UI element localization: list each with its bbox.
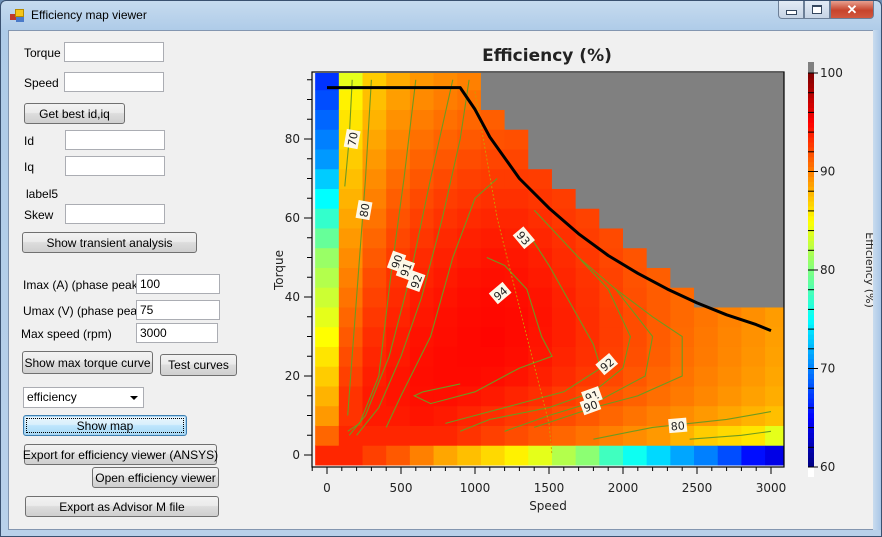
map-type-selected: efficiency	[27, 390, 77, 404]
torque-label: Torque	[24, 46, 61, 60]
close-icon: ✕	[846, 1, 858, 17]
focus-indicator	[26, 418, 184, 433]
open-efficiency-viewer-button[interactable]: Open efficiency viewer	[92, 467, 219, 488]
export-advisor-button[interactable]: Export as Advisor M file	[25, 496, 219, 517]
test-curves-button[interactable]: Test curves	[160, 354, 237, 376]
minimize-icon	[785, 10, 797, 15]
minimize-button[interactable]	[778, 1, 804, 19]
imax-input[interactable]	[136, 274, 220, 294]
id-label: Id	[24, 134, 35, 148]
get-best-id-iq-button[interactable]: Get best id,iq	[24, 103, 125, 124]
umax-label: Umax (V) (phase peak)	[23, 304, 148, 318]
label5: label5	[26, 187, 59, 201]
chevron-down-icon	[130, 396, 138, 400]
skew-input[interactable]	[65, 204, 165, 224]
maximize-button[interactable]	[804, 1, 830, 19]
window-title: Efficiency map viewer	[31, 8, 147, 22]
export-ansys-button[interactable]: Export for efficiency viewer (ANSYS)	[23, 444, 218, 465]
show-transient-analysis-button[interactable]: Show transient analysis	[22, 232, 197, 253]
title-bar[interactable]: Efficiency map viewer ✕	[1, 1, 881, 31]
skew-label: Skew	[24, 208, 54, 222]
iq-input[interactable]	[65, 156, 165, 176]
iq-label: Iq	[24, 160, 35, 174]
torque-input[interactable]	[64, 42, 164, 62]
show-max-torque-curve-button[interactable]: Show max torque curve	[22, 351, 153, 374]
id-input[interactable]	[65, 130, 165, 150]
speed-input[interactable]	[64, 72, 164, 92]
umax-input[interactable]	[136, 300, 220, 320]
speed-label: Speed	[24, 76, 59, 90]
app-window: Efficiency map viewer ✕ Torque Speed Get…	[0, 0, 882, 537]
show-map-button[interactable]: Show map	[23, 415, 187, 436]
window-border-right	[873, 30, 881, 530]
max-speed-label: Max speed (rpm)	[21, 327, 112, 341]
max-speed-input[interactable]	[136, 323, 218, 343]
map-type-dropdown[interactable]: efficiency	[23, 387, 144, 408]
app-icon	[10, 9, 24, 23]
maximize-icon	[812, 5, 822, 14]
imax-label: Imax (A) (phase peak)	[23, 278, 142, 292]
close-button[interactable]: ✕	[830, 1, 874, 19]
client-area: Torque Speed Get best id,iq Id Iq label5…	[8, 30, 874, 530]
